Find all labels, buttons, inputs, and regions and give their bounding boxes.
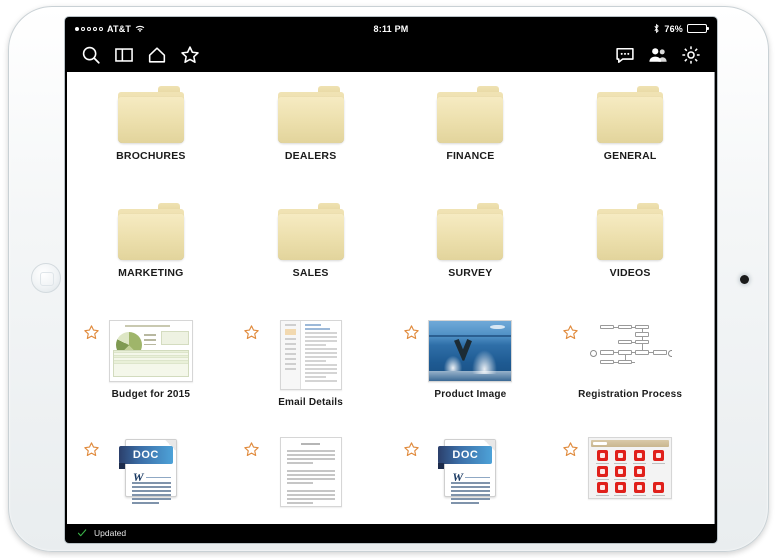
check-icon xyxy=(77,528,87,536)
file-item[interactable]: Budget for 2015 xyxy=(71,312,231,429)
folder-item[interactable]: DEALERS xyxy=(231,78,391,195)
folder-icon[interactable] xyxy=(597,203,664,260)
item-label: SURVEY xyxy=(448,267,493,279)
folder-icon[interactable] xyxy=(117,203,184,260)
photo-thumbnail[interactable] xyxy=(428,320,513,382)
item-label: MARKETING xyxy=(118,267,184,279)
item-label: BROCHURES xyxy=(116,150,186,162)
file-item[interactable]: W DOC xyxy=(71,429,231,524)
clock: 8:11 PM xyxy=(373,23,409,34)
file-item[interactable]: Email Details xyxy=(231,312,391,429)
favorites-star-icon[interactable] xyxy=(179,44,201,66)
app-toolbar xyxy=(67,38,715,72)
file-item[interactable] xyxy=(231,429,391,524)
favorite-star-icon[interactable] xyxy=(562,441,579,458)
contacts-icon[interactable] xyxy=(647,44,669,66)
item-label: DEALERS xyxy=(284,150,337,162)
flowchart-thumbnail[interactable] xyxy=(588,320,673,382)
folder-item[interactable]: VIDEOS xyxy=(550,195,710,312)
doc-type-badge: DOC xyxy=(118,446,173,469)
home-button-square xyxy=(40,272,54,286)
file-grid: BROCHURES DEALERS FINANCE GENERAL MARKETING S… xyxy=(67,72,714,524)
folder-item[interactable]: SALES xyxy=(231,195,391,312)
carrier-label: AT&T xyxy=(107,23,132,34)
item-label: FINANCE xyxy=(446,150,495,162)
battery-percent-label: 76% xyxy=(664,23,684,34)
folder-item[interactable]: GENERAL xyxy=(550,78,710,195)
item-label: SALES xyxy=(292,267,329,279)
folder-item[interactable]: MARKETING xyxy=(71,195,231,312)
file-browser-content: BROCHURES DEALERS FINANCE GENERAL MARKETING S… xyxy=(67,72,715,524)
file-item[interactable]: Registration Process xyxy=(550,312,710,429)
favorite-star-icon[interactable] xyxy=(83,324,100,341)
chat-bubble-icon[interactable] xyxy=(614,44,636,66)
sync-status-bar: Updated xyxy=(67,524,715,541)
gear-icon[interactable] xyxy=(680,44,702,66)
bluetooth-icon xyxy=(654,23,660,34)
word-document-icon[interactable]: W DOC xyxy=(438,437,502,504)
toolbar-left-group xyxy=(80,44,201,66)
doc-type-badge: DOC xyxy=(438,446,493,469)
file-item[interactable] xyxy=(550,429,710,524)
toolbar-right-group xyxy=(614,44,702,66)
folder-icon[interactable] xyxy=(277,203,344,260)
tablet-screen: AT&T 8:11 PM 76% BROCHURES DEALERS FINAN… xyxy=(67,19,715,541)
folder-icon[interactable] xyxy=(117,86,184,143)
folder-icon[interactable] xyxy=(437,203,504,260)
favorite-star-icon[interactable] xyxy=(243,324,260,341)
item-label: Email Details xyxy=(278,397,344,408)
file-item[interactable]: W DOC xyxy=(391,429,551,524)
favorite-star-icon[interactable] xyxy=(83,441,100,458)
favorite-star-icon[interactable] xyxy=(562,324,579,341)
folder-icon[interactable] xyxy=(597,86,664,143)
spreadsheet-thumbnail[interactable] xyxy=(108,320,193,382)
folder-item[interactable]: SURVEY xyxy=(391,195,551,312)
home-icon[interactable] xyxy=(146,44,168,66)
battery-icon xyxy=(687,24,710,33)
favorite-star-icon[interactable] xyxy=(403,441,420,458)
tablet-device-frame: AT&T 8:11 PM 76% BROCHURES DEALERS FINAN… xyxy=(8,6,769,552)
status-bar: AT&T 8:11 PM 76% xyxy=(67,19,715,38)
front-camera xyxy=(740,275,749,284)
favorite-star-icon[interactable] xyxy=(403,324,420,341)
item-label: VIDEOS xyxy=(609,267,651,279)
signal-strength-icon xyxy=(75,26,103,31)
item-label: Registration Process xyxy=(578,389,683,400)
item-label: Budget for 2015 xyxy=(111,389,191,400)
home-button[interactable] xyxy=(31,263,61,293)
wifi-icon xyxy=(135,25,145,32)
split-view-icon[interactable] xyxy=(113,44,135,66)
app-grid-thumbnail[interactable] xyxy=(588,437,673,499)
file-item[interactable]: Product Image xyxy=(391,312,551,429)
search-icon[interactable] xyxy=(80,44,102,66)
item-label: Product Image xyxy=(434,389,507,400)
folder-icon[interactable] xyxy=(277,86,344,143)
text-document-thumbnail[interactable] xyxy=(279,437,342,507)
item-label: GENERAL xyxy=(603,150,657,162)
email-thumbnail[interactable] xyxy=(279,320,342,390)
folder-item[interactable]: BROCHURES xyxy=(71,78,231,195)
sync-status-label: Updated xyxy=(94,527,127,538)
folder-item[interactable]: FINANCE xyxy=(391,78,551,195)
folder-icon[interactable] xyxy=(437,86,504,143)
favorite-star-icon[interactable] xyxy=(243,441,260,458)
word-document-icon[interactable]: W DOC xyxy=(118,437,183,504)
